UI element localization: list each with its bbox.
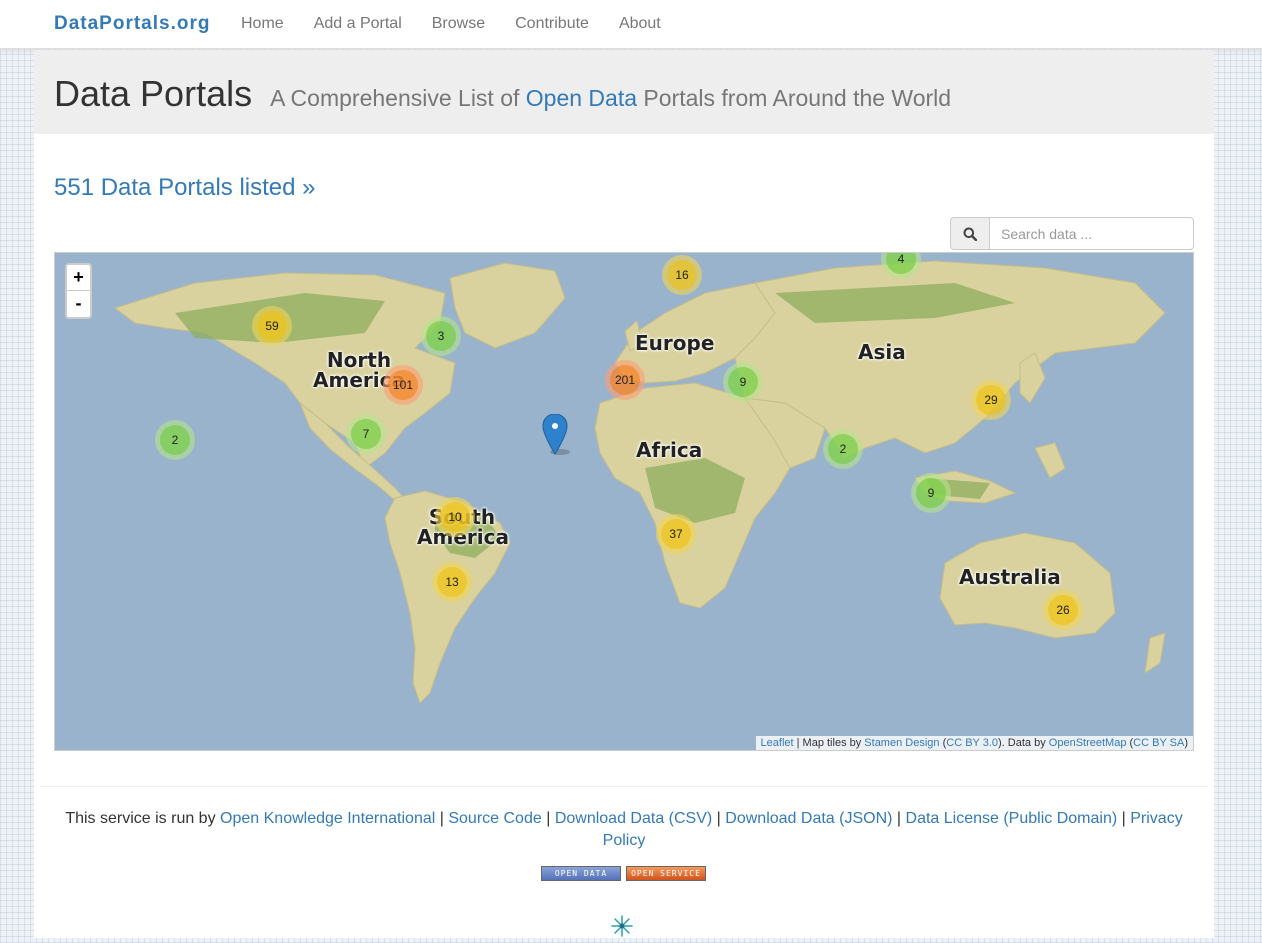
map-cluster[interactable]: 7: [346, 414, 386, 454]
page-title-text: Data Portals: [54, 73, 253, 114]
attribution-text: | Map tiles by: [793, 737, 865, 749]
data-license-link[interactable]: Data License (Public Domain): [906, 810, 1118, 827]
cluster-count: 3: [426, 321, 456, 351]
cluster-count: 9: [728, 367, 758, 397]
footer-run-by: This service is run by: [65, 810, 216, 827]
map-cluster[interactable]: 10: [435, 497, 475, 537]
cluster-count: 4: [886, 253, 916, 274]
map-cluster[interactable]: 37: [656, 514, 696, 554]
cluster-count: 101: [388, 370, 418, 400]
cluster-count: 37: [661, 519, 691, 549]
cluster-count: 7: [351, 419, 381, 449]
cluster-count: 2: [160, 425, 190, 455]
nav-about[interactable]: About: [604, 0, 676, 48]
page-title: Data Portals A Comprehensive List of Open…: [54, 74, 951, 118]
zoom-in-button[interactable]: +: [67, 265, 90, 291]
footer-separator: |: [896, 810, 902, 827]
nav-browse[interactable]: Browse: [417, 0, 500, 48]
cluster-count: 16: [667, 260, 697, 290]
zoom-out-button[interactable]: -: [67, 291, 90, 317]
download-json-link[interactable]: Download Data (JSON): [725, 810, 892, 827]
cluster-count: 13: [437, 567, 467, 597]
badges: OPEN DATA OPEN SERVICE: [541, 866, 706, 881]
label-europe: Europe: [635, 331, 715, 355]
map-cluster[interactable]: 2: [823, 429, 863, 469]
cluster-count: 10: [440, 502, 470, 532]
attribution-data-by: ). Data by: [998, 737, 1049, 749]
page-header: Data Portals A Comprehensive List of Open…: [34, 50, 1214, 134]
okfn-logo-icon[interactable]: [574, 912, 670, 938]
zoom-control: + -: [65, 263, 92, 319]
map-marker-icon[interactable]: [542, 413, 570, 461]
map-cluster[interactable]: 2: [155, 420, 195, 460]
map-cluster[interactable]: 29: [971, 380, 1011, 420]
nav-contribute[interactable]: Contribute: [500, 0, 604, 48]
navbar: DataPortals.org Home Add a Portal Browse…: [0, 0, 1262, 49]
nav-home[interactable]: Home: [226, 0, 299, 48]
osm-link[interactable]: OpenStreetMap: [1049, 737, 1127, 749]
open-data-link[interactable]: Open Data: [526, 85, 637, 111]
label-australia: Australia: [959, 565, 1061, 589]
world-map[interactable]: North America Europe Asia Africa South A…: [54, 252, 1194, 751]
map-cluster[interactable]: 13: [432, 562, 472, 602]
label-africa: Africa: [636, 438, 703, 462]
cluster-count: 59: [257, 311, 287, 341]
search-icon: [950, 217, 989, 250]
footer-separator: |: [439, 810, 444, 827]
brand-link[interactable]: DataPortals.org: [54, 13, 210, 35]
source-code-link[interactable]: Source Code: [448, 810, 541, 827]
cluster-count: 26: [1048, 595, 1078, 625]
footer-separator: |: [1121, 810, 1126, 827]
footer-divider: [40, 786, 1208, 787]
footer: This service is run by Open Knowledge In…: [54, 808, 1194, 852]
map-cluster[interactable]: 16: [662, 255, 702, 295]
map-cluster[interactable]: 26: [1043, 590, 1083, 630]
subtitle-text-after: Portals from Around the World: [643, 85, 952, 111]
stamen-link[interactable]: Stamen Design: [864, 737, 939, 749]
cluster-count: 201: [610, 365, 640, 395]
nav-menu: Home Add a Portal Browse Contribute Abou…: [226, 0, 676, 48]
cluster-count: 9: [916, 478, 946, 508]
page-subtitle: A Comprehensive List of Open Data Portal…: [270, 85, 951, 111]
map-cluster[interactable]: 9: [723, 362, 763, 402]
map-cluster[interactable]: 201: [605, 360, 645, 400]
download-csv-link[interactable]: Download Data (CSV): [555, 810, 712, 827]
footer-separator: |: [716, 810, 721, 827]
footer-separator: |: [546, 810, 551, 827]
search-input[interactable]: [989, 217, 1194, 250]
leaflet-link[interactable]: Leaflet: [761, 737, 794, 749]
nav-add-portal[interactable]: Add a Portal: [299, 0, 417, 48]
okfn-link[interactable]: Open Knowledge International: [220, 810, 435, 827]
portal-count-link[interactable]: 551 Data Portals listed »: [54, 174, 315, 202]
cluster-count: 2: [828, 434, 858, 464]
cc-by-sa-link[interactable]: CC BY SA: [1133, 737, 1184, 749]
label-asia: Asia: [858, 340, 906, 364]
cc-by-link[interactable]: CC BY 3.0: [946, 737, 998, 749]
open-service-badge[interactable]: OPEN SERVICE: [626, 866, 706, 881]
map-tiles: [113, 260, 1166, 704]
map-cluster[interactable]: 59: [252, 306, 292, 346]
main-container: Data Portals A Comprehensive List of Open…: [34, 50, 1214, 938]
map-attribution: Leaflet | Map tiles by Stamen Design (CC…: [755, 736, 1193, 750]
map-cluster[interactable]: 9: [911, 473, 951, 513]
map-cluster[interactable]: 101: [383, 365, 423, 405]
cluster-count: 29: [976, 385, 1006, 415]
map-cluster[interactable]: 3: [421, 316, 461, 356]
open-data-badge[interactable]: OPEN DATA: [541, 866, 621, 881]
subtitle-text-before: A Comprehensive List of: [270, 85, 520, 111]
search-group: [950, 217, 1194, 250]
